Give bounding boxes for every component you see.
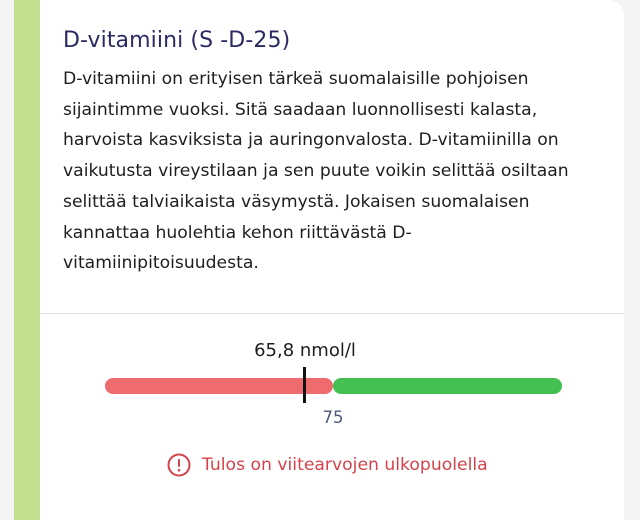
test-description: D-vitamiini on erityisen tärkeä suomalai… — [63, 69, 569, 274]
reference-threshold-label: 75 — [322, 408, 344, 427]
result-value-label: 65,8 nmol/l — [254, 340, 356, 361]
status-message: Tulos on viitearvojen ulkopuolella — [167, 453, 488, 477]
card-left-margin — [0, 0, 14, 520]
section-divider — [40, 313, 624, 314]
range-bar-below-reference — [105, 378, 333, 394]
test-title: D-vitamiini (S -D-25) — [63, 28, 291, 53]
status-text: Tulos on viitearvojen ulkopuolella — [202, 455, 488, 475]
lab-result-card: D-vitamiini (S -D-25) D-vitamiini on eri… — [0, 0, 624, 520]
exclamation-circle-icon — [167, 453, 191, 477]
status-accent-stripe — [14, 0, 40, 520]
range-bar-within-reference — [333, 378, 562, 394]
result-marker — [303, 367, 306, 403]
